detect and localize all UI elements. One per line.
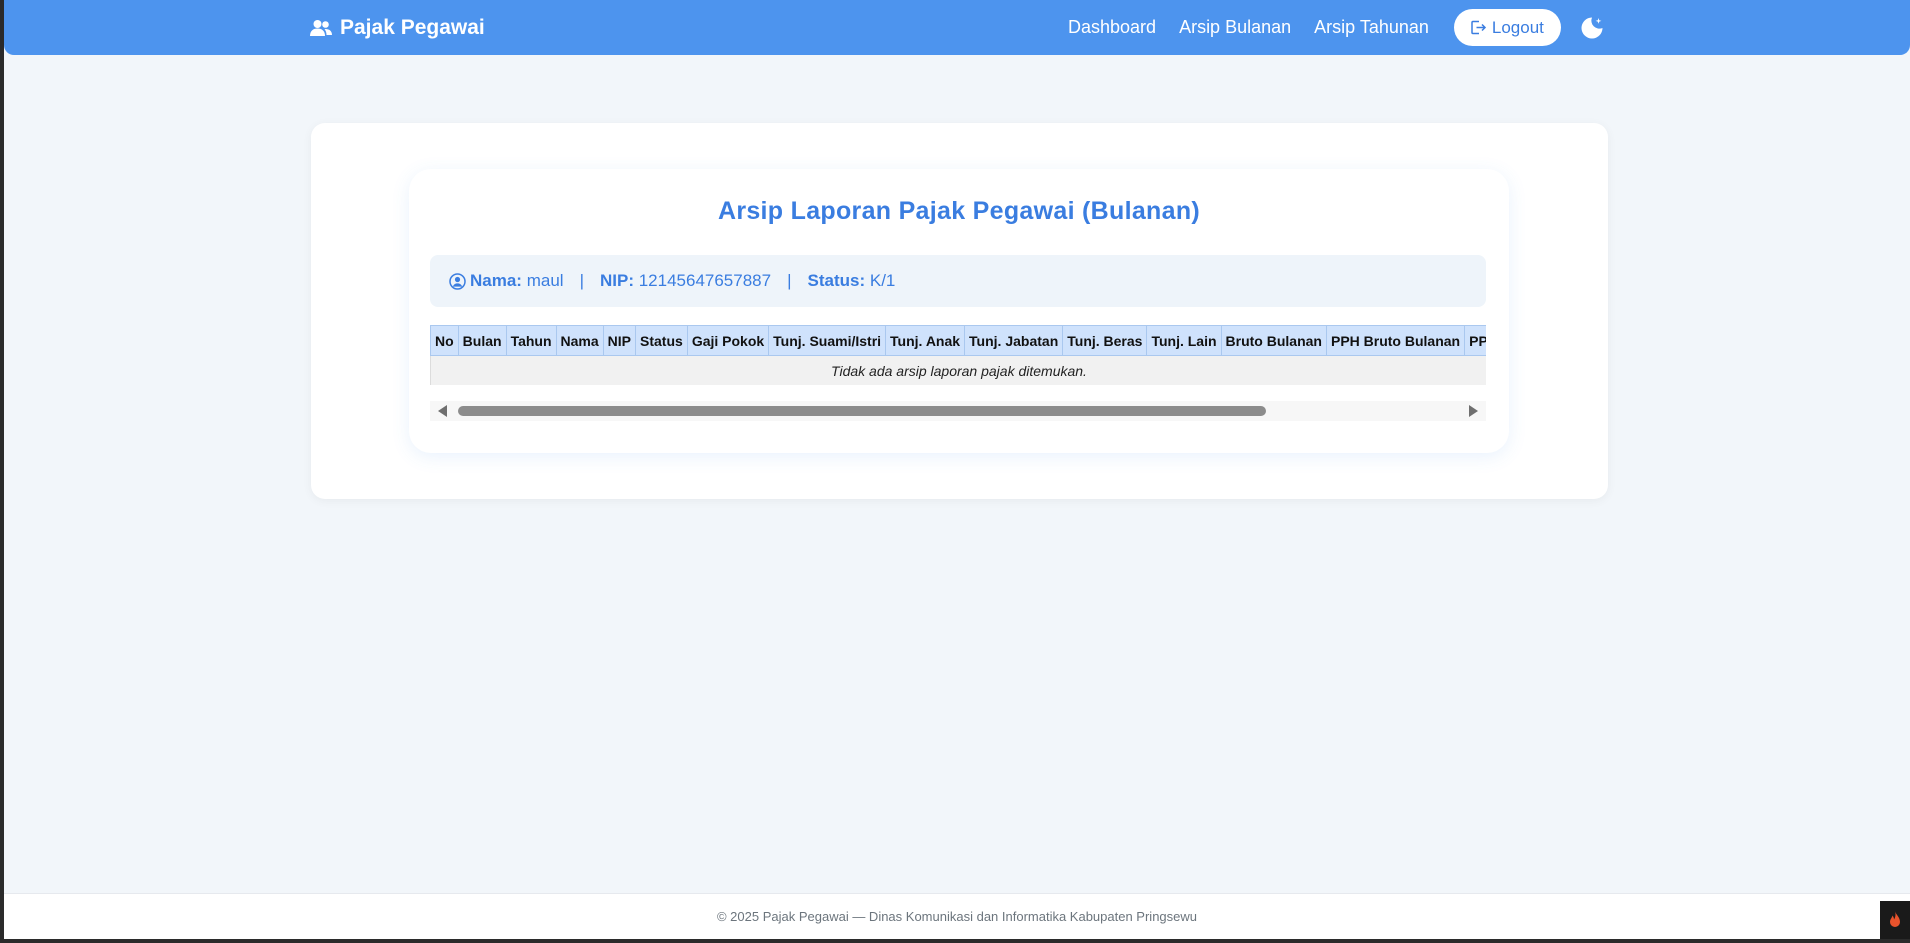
page: Pajak Pegawai Dashboard Arsip Bulanan Ar… — [4, 0, 1910, 939]
scroll-right-icon[interactable] — [1469, 405, 1478, 417]
col-tahun: Tahun — [505, 325, 557, 356]
scroll-left-icon[interactable] — [438, 405, 447, 417]
navbar: Pajak Pegawai Dashboard Arsip Bulanan Ar… — [4, 0, 1910, 55]
nip-value: 12145647657887 — [638, 271, 772, 290]
flame-icon — [1890, 911, 1900, 927]
archive-table: No Bulan Tahun Nama NIP Status Gaji Poko… — [430, 325, 1486, 385]
col-gaji-pokok: Gaji Pokok — [686, 325, 770, 356]
col-no: No — [430, 325, 459, 356]
status-value: K/1 — [869, 271, 896, 290]
col-tunj-anak: Tunj. Anak — [885, 325, 966, 356]
nav-links: Dashboard Arsip Bulanan Arsip Tahunan Lo… — [1068, 0, 1561, 55]
nav-arsip-bulanan[interactable]: Arsip Bulanan — [1179, 17, 1291, 38]
table-header-row: No Bulan Tahun Nama NIP Status Gaji Poko… — [430, 325, 1486, 356]
scrollbar-thumb[interactable] — [458, 406, 1266, 416]
col-tunj-jabatan: Tunj. Jabatan — [964, 325, 1064, 356]
footer-text: © 2025 Pajak Pegawai — Dinas Komunikasi … — [716, 909, 1198, 924]
col-nama: Nama — [555, 325, 604, 356]
col-tunj-lain: Tunj. Lain — [1146, 325, 1222, 356]
moon-icon — [1581, 17, 1603, 39]
report-card: Arsip Laporan Pajak Pegawai (Bulanan) Na… — [409, 169, 1509, 453]
col-bruto-bulanan: Bruto Bulanan — [1220, 325, 1327, 356]
separator: | — [579, 271, 584, 290]
logout-button[interactable]: Logout — [1453, 9, 1561, 46]
theme-toggle[interactable] — [1577, 13, 1607, 43]
page-title: Arsip Laporan Pajak Pegawai (Bulanan) — [717, 197, 1201, 225]
nav-dashboard[interactable]: Dashboard — [1068, 17, 1156, 38]
table-container: No Bulan Tahun Nama NIP Status Gaji Poko… — [430, 325, 1486, 385]
brand-link[interactable]: Pajak Pegawai — [310, 0, 485, 55]
separator: | — [787, 271, 792, 290]
debug-toolbar-button[interactable] — [1880, 901, 1910, 939]
col-tunj-beras: Tunj. Beras — [1062, 325, 1148, 356]
horizontal-scrollbar[interactable] — [430, 401, 1486, 421]
employee-info-bar: Nama: maul | NIP: 12145647657887 | Statu… — [430, 255, 1486, 307]
col-bulan: Bulan — [457, 325, 507, 356]
status-label: Status: — [807, 271, 866, 290]
col-status: Status — [635, 325, 688, 356]
col-nip: NIP — [602, 325, 637, 356]
brand-label: Pajak Pegawai — [340, 15, 485, 39]
footer: © 2025 Pajak Pegawai — Dinas Komunikasi … — [4, 893, 1910, 939]
logout-icon — [1471, 20, 1486, 35]
nip-label: NIP: — [599, 271, 634, 290]
table-row: Tidak ada arsip laporan pajak ditemukan. — [430, 355, 1486, 385]
nama-value: maul — [526, 271, 564, 290]
col-pph-bruto-tahunan: PPH Bruto Tahunan — [1464, 325, 1486, 356]
logout-label: Logout — [1491, 17, 1544, 37]
user-circle-icon — [449, 272, 466, 290]
col-pph-bruto-bulanan: PPH Bruto Bulanan — [1325, 325, 1466, 356]
content-card: Arsip Laporan Pajak Pegawai (Bulanan) Na… — [311, 123, 1608, 499]
nama-label: Nama: — [470, 271, 522, 290]
col-tunj-suami-istri: Tunj. Suami/Istri — [768, 325, 887, 356]
empty-message-cell: Tidak ada arsip laporan pajak ditemukan. — [430, 355, 1486, 385]
empty-message: Tidak ada arsip laporan pajak ditemukan. — [831, 362, 1087, 379]
nav-arsip-tahunan[interactable]: Arsip Tahunan — [1314, 17, 1429, 38]
users-icon — [310, 19, 332, 36]
